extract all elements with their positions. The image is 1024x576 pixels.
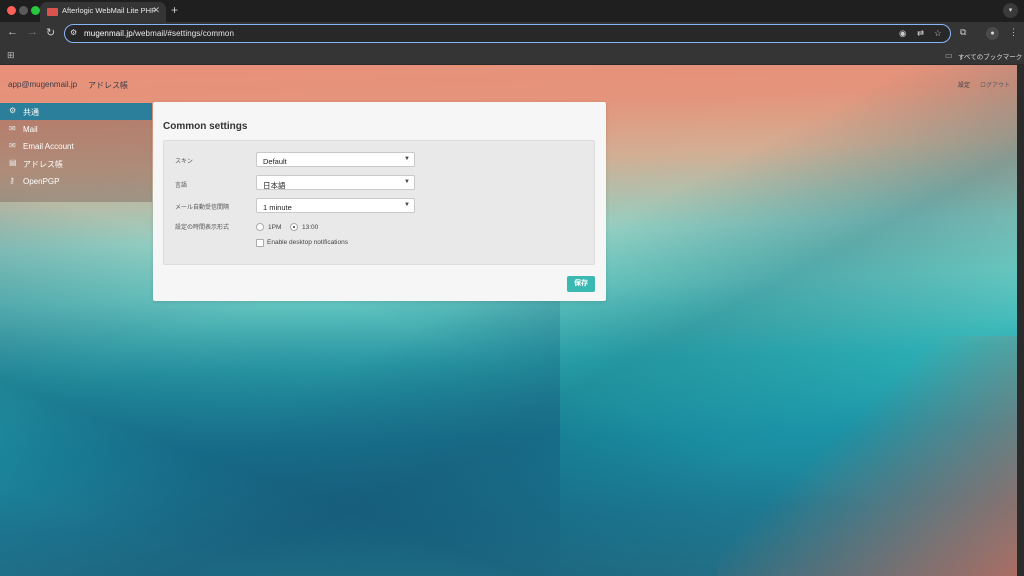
sidebar-item-label: Email Account [23, 142, 74, 151]
envelope-icon: ✉ [9, 124, 16, 133]
page-viewport: app@mugenmail.jp アドレス帳 設定 ログアウト ⚙ 共通 ✉ M… [0, 65, 1017, 576]
sidebar-item-contacts[interactable]: ▤ アドレス帳 [0, 155, 152, 172]
apps-grid-icon[interactable]: ⊞ [7, 50, 15, 61]
favicon-icon [47, 8, 58, 16]
page-scrollbar[interactable] [1017, 65, 1024, 576]
envelope-icon: ✉ [9, 141, 16, 150]
settings-form: スキン Default ▼ 言語 日本語 ▼ メール自動受信間隔 1 minut… [163, 140, 595, 265]
sidebar-item-label: OpenPGP [23, 177, 60, 186]
desktop-notifications-label: Enable desktop notifications [267, 239, 348, 246]
bookmarks-bar: ⊞ ▭ すべてのブックマーク [0, 46, 1024, 65]
more-menu-icon[interactable]: ⋮ [1009, 27, 1018, 38]
time-24h-radio[interactable] [290, 223, 298, 231]
tab-title: Afterlogic WebMail Lite PHP [62, 6, 157, 15]
site-info-icon[interactable]: ⚙ [70, 28, 77, 37]
eye-icon[interactable]: ◉ [899, 28, 906, 39]
time-24h-label: 13:00 [302, 224, 319, 231]
tab-search-button[interactable]: ▾ [1003, 3, 1018, 18]
autocheck-select[interactable]: 1 minute ▼ [256, 198, 415, 213]
sidebar-item-label: Mail [23, 125, 38, 134]
forward-arrow-icon[interactable]: → [27, 26, 38, 38]
contacts-icon: ▤ [9, 158, 17, 167]
sidebar-item-label: 共通 [23, 108, 39, 117]
desktop-notifications-checkbox[interactable] [256, 239, 264, 247]
gear-icon: ⚙ [9, 106, 17, 115]
timeformat-label: 設定の時間表示形式 [175, 225, 230, 231]
skin-select[interactable]: Default ▼ [256, 152, 415, 167]
minimize-window-button[interactable] [19, 6, 28, 15]
contacts-link[interactable]: アドレス帳 [88, 80, 128, 91]
reload-icon[interactable]: ↻ [46, 26, 55, 39]
back-arrow-icon[interactable]: ← [7, 26, 18, 38]
sidebar-item-mail[interactable]: ✉ Mail [0, 121, 152, 138]
profile-icon[interactable]: ● [986, 27, 999, 40]
sidebar-item-label: アドレス帳 [23, 160, 63, 169]
account-link[interactable]: app@mugenmail.jp [8, 80, 77, 89]
chevron-down-icon: ▼ [404, 156, 410, 162]
sidebar-item-email-account[interactable]: ✉ Email Account [0, 138, 152, 155]
tab-close-icon[interactable]: ✕ [152, 5, 160, 16]
language-select[interactable]: 日本語 ▼ [256, 175, 415, 190]
chevron-down-icon: ▼ [404, 202, 410, 208]
sidebar-item-openpgp[interactable]: ⚷ OpenPGP [0, 173, 152, 190]
save-button[interactable]: 保存 [567, 276, 595, 292]
browser-tab[interactable]: Afterlogic WebMail Lite PHP ✕ [40, 2, 166, 22]
extensions-icon[interactable]: ⧉ [960, 27, 966, 38]
autocheck-value: 1 minute [263, 202, 292, 212]
folder-icon: ▭ [945, 51, 953, 60]
browser-toolbar: ← → ↻ ⚙ mugenmail.jp/webmail/#settings/c… [0, 22, 1024, 46]
settings-link[interactable]: 設定 [958, 80, 970, 89]
key-icon: ⚷ [9, 176, 15, 185]
close-window-button[interactable] [7, 6, 16, 15]
star-icon[interactable]: ☆ [934, 28, 942, 39]
chevron-down-icon: ▼ [404, 179, 410, 185]
all-bookmarks-link[interactable]: すべてのブックマーク [958, 51, 1022, 61]
settings-sidebar: ⚙ 共通 ✉ Mail ✉ Email Account ▤ アドレス帳 ⚷ Op… [0, 103, 152, 202]
new-tab-button[interactable]: + [171, 3, 178, 17]
url-text[interactable]: mugenmail.jp/webmail/#settings/common [84, 29, 234, 38]
skin-value: Default [263, 156, 287, 166]
autocheck-label: メール自動受信間隔 [175, 205, 230, 211]
skin-label: スキン [175, 159, 193, 165]
browser-tab-bar: Afterlogic WebMail Lite PHP ✕ + ▾ [0, 0, 1024, 22]
language-value: 日本語 [263, 180, 286, 190]
time-12h-label: 1PM [268, 224, 282, 231]
zoom-window-button[interactable] [31, 6, 40, 15]
address-bar[interactable]: ⚙ mugenmail.jp/webmail/#settings/common … [64, 24, 951, 43]
language-label: 言語 [175, 183, 188, 189]
common-settings-panel: Common settings スキン Default ▼ 言語 日本語 ▼ メ… [153, 102, 606, 301]
sidebar-item-common[interactable]: ⚙ 共通 [0, 103, 152, 120]
time-12h-radio[interactable] [256, 223, 264, 231]
logout-link[interactable]: ログアウト [980, 80, 1010, 89]
translate-icon[interactable]: ⇄ [917, 28, 924, 39]
page-title: Common settings [163, 121, 248, 132]
